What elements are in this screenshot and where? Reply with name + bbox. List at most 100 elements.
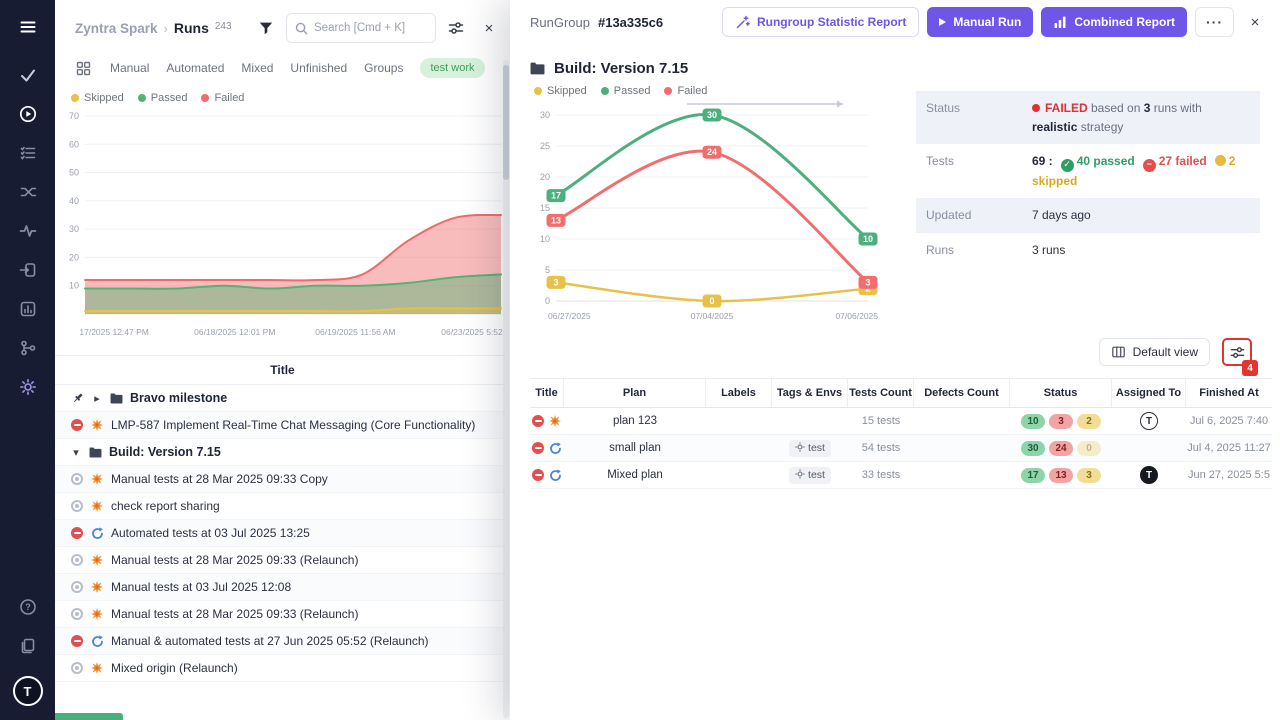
status-failed-icon [71, 527, 83, 539]
drawer-close-button[interactable]: × [1242, 9, 1268, 35]
detail-row-tests: Tests 69 :✓40 passed−27 failed2 skipped [916, 144, 1260, 198]
defects-count [914, 408, 1010, 434]
run-row[interactable]: Manual tests at 28 Mar 2025 09:33 (Relau… [55, 601, 510, 628]
run-row[interactable]: ▸Bravo milestone [55, 385, 510, 412]
assignee-avatar[interactable]: T [1140, 466, 1158, 484]
tab-manual[interactable]: Manual [110, 61, 149, 75]
tags-cell: test [772, 435, 848, 461]
breadcrumb: Zyntra Spark › Runs 243 [75, 20, 246, 36]
legend-item: Passed [601, 85, 651, 97]
column-header-finished-at[interactable]: Finished At [1186, 379, 1272, 407]
column-header-tags-envs[interactable]: Tags & Envs [772, 379, 848, 407]
run-row[interactable]: check report sharing [55, 493, 510, 520]
rungroup-statistic-report-button[interactable]: Rungroup Statistic Report [722, 7, 919, 37]
button-label: Combined Report [1074, 15, 1175, 29]
rungroup-run-row[interactable]: Mixed plantest33 tests17133TJun 27, 2025… [530, 462, 1272, 489]
milestones-icon[interactable] [11, 255, 45, 285]
view-settings-icon[interactable] [443, 15, 469, 41]
run-title: Manual tests at 28 Mar 2025 09:33 Copy [111, 472, 328, 486]
filter-button[interactable] [253, 15, 279, 41]
scrollbar[interactable] [503, 60, 509, 718]
sliders-icon [1230, 345, 1245, 360]
breadcrumb-project[interactable]: Zyntra Spark [75, 21, 158, 36]
status-failed-icon [532, 469, 544, 481]
rungroup-chart-legend: SkippedPassedFailed [530, 81, 902, 99]
default-view-button[interactable]: Default view [1099, 338, 1210, 366]
tag-label: test [808, 442, 825, 454]
labels-cell [706, 435, 772, 461]
rungroup-run-row[interactable]: small plantest54 tests30240Jul 4, 2025 1… [530, 435, 1272, 462]
caret-down-icon[interactable]: ▾ [71, 446, 81, 459]
test-cases-icon[interactable] [11, 138, 45, 168]
column-header-assigned-to[interactable]: Assigned To [1112, 379, 1186, 407]
labels-cell [706, 408, 772, 434]
tab-unfinished[interactable]: Unfinished [290, 61, 347, 75]
rungroup-run-row[interactable]: plan 12315 tests1032TJul 6, 2025 7:40 [530, 408, 1272, 435]
runs-history-chart: 1020304050607017/2025 12:47 PM06/18/2025… [55, 106, 507, 344]
run-row[interactable]: LMP-587 Implement Real-Time Chat Messagi… [55, 412, 510, 439]
search-input[interactable] [314, 22, 422, 34]
column-header-tests-count[interactable]: Tests Count [848, 379, 914, 407]
column-header-defects-count[interactable]: Defects Count [914, 379, 1010, 407]
tag[interactable]: test [789, 467, 831, 484]
run-row[interactable]: Manual tests at 03 Jul 2025 12:08 [55, 574, 510, 601]
status-badge: FAILED [1045, 101, 1088, 115]
gear-icon [795, 442, 805, 455]
status-failed-icon [71, 419, 83, 431]
tab-groups[interactable]: Groups [364, 61, 403, 75]
defects-count [914, 435, 1010, 461]
breadcrumb-separator: › [164, 21, 168, 36]
filter-tag[interactable]: test work [420, 58, 484, 78]
projects-icon[interactable] [11, 60, 45, 90]
menu-icon[interactable] [11, 12, 45, 42]
run-title: Automated tests at 03 Jul 2025 13:25 [111, 526, 310, 540]
panel-close-button[interactable]: × [476, 15, 502, 41]
tab-mixed[interactable]: Mixed [241, 61, 273, 75]
column-header-status[interactable]: Status [1010, 379, 1112, 407]
column-header-plan[interactable]: Plan [564, 379, 706, 407]
rungroup-drawer: RunGroup #13a335c6 Rungroup Statistic Re… [510, 0, 1280, 720]
tag[interactable]: test [789, 440, 831, 457]
run-row[interactable]: Manual tests at 28 Mar 2025 09:33 Copy [55, 466, 510, 493]
assignee-avatar[interactable]: T [1140, 412, 1158, 430]
settings-icon[interactable] [11, 372, 45, 402]
column-header-labels[interactable]: Labels [706, 379, 772, 407]
integrations-icon[interactable] [11, 333, 45, 363]
run-title: check report sharing [111, 499, 220, 513]
runs-icon[interactable] [11, 99, 45, 129]
documents-icon[interactable] [11, 631, 45, 661]
svg-text:13: 13 [551, 215, 561, 225]
rungroup-label: RunGroup [530, 15, 590, 30]
run-row[interactable]: Manual tests at 28 Mar 2025 09:33 (Relau… [55, 547, 510, 574]
manual-run-button[interactable]: Manual Run [927, 7, 1033, 37]
scrollbar-thumb[interactable] [503, 65, 509, 180]
column-header-title[interactable]: Title [530, 379, 564, 407]
rungroup-runs-table: TitlePlanLabelsTags & EnvsTests CountDef… [530, 378, 1272, 489]
analytics-icon[interactable] [11, 294, 45, 324]
search-box[interactable] [286, 13, 436, 43]
combined-report-button[interactable]: Combined Report [1041, 7, 1187, 37]
run-row[interactable]: ▾Build: Version 7.15 [55, 439, 510, 466]
status-counts: 1032 [1010, 408, 1112, 434]
tab-automated[interactable]: Automated [166, 61, 224, 75]
view-grid-icon[interactable] [73, 58, 93, 78]
legend-label: Skipped [84, 92, 124, 104]
caret-right-icon[interactable]: ▸ [92, 392, 102, 405]
shared-steps-icon[interactable] [11, 177, 45, 207]
manual-run-icon [548, 414, 562, 428]
more-actions-button[interactable]: ··· [1195, 7, 1234, 37]
defects-icon[interactable] [11, 216, 45, 246]
run-row[interactable]: Manual & automated tests at 27 Jun 2025 … [55, 628, 510, 655]
run-row[interactable]: Mixed origin (Relaunch) [55, 655, 510, 682]
svg-text:17/2025 12:47 PM: 17/2025 12:47 PM [79, 327, 148, 337]
close-icon: × [485, 21, 494, 36]
user-avatar[interactable]: T [13, 676, 43, 706]
help-icon[interactable]: ? [11, 592, 45, 622]
tests-count: 33 tests [848, 462, 914, 488]
finished-at: Jul 4, 2025 11:27 [1186, 435, 1272, 461]
table-view-icon [1111, 345, 1126, 359]
legend-label: Failed [214, 92, 244, 104]
runs-table-title-header: Title [55, 355, 510, 385]
failed-count-pill: 24 [1049, 441, 1073, 456]
run-row[interactable]: Automated tests at 03 Jul 2025 13:25 [55, 520, 510, 547]
